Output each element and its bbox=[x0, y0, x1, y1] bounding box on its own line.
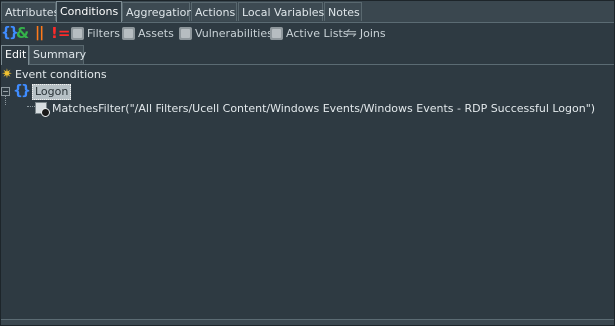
tree-root-event-conditions[interactable]: ✷ Event conditions bbox=[1, 66, 107, 83]
tree-node-matches-filter[interactable]: MatchesFilter("/All Filters/Ucell Conten… bbox=[35, 100, 595, 117]
tab-local-variables[interactable]: Local Variables bbox=[238, 2, 324, 21]
assets-label: Assets bbox=[138, 27, 174, 40]
tab-aggregation[interactable]: Aggregation bbox=[122, 2, 193, 21]
tree-connector-horizontal bbox=[27, 106, 35, 107]
and-operator-button[interactable]: & bbox=[16, 26, 29, 41]
and-icon: & bbox=[16, 24, 30, 42]
joins-button[interactable]: ⇋ Joins bbox=[346, 26, 386, 41]
main-tab-strip: Attributes Conditions Aggregation Action… bbox=[1, 1, 614, 23]
joins-icon: ⇋ bbox=[346, 26, 357, 41]
active-lists-label: Active Lists bbox=[286, 27, 349, 40]
active-lists-icon bbox=[270, 27, 283, 40]
group-label: Logon bbox=[31, 83, 72, 100]
star-icon: ✷ bbox=[1, 67, 13, 82]
tab-attributes[interactable]: Attributes bbox=[1, 2, 59, 21]
brace-icon: {} bbox=[1, 25, 19, 41]
or-operator-button[interactable]: || bbox=[35, 25, 44, 41]
conditions-editor-window: Attributes Conditions Aggregation Action… bbox=[0, 0, 615, 326]
not-icon: != bbox=[51, 24, 71, 42]
tab-actions[interactable]: Actions bbox=[191, 2, 237, 21]
vulnerabilities-button[interactable]: Vulnerabilities bbox=[179, 26, 273, 41]
filters-icon bbox=[71, 27, 84, 40]
tree-node-logon[interactable]: − {} Logon bbox=[1, 83, 72, 100]
condition-tree: ✷ Event conditions − {} Logon MatchesFil… bbox=[1, 65, 614, 320]
tab-conditions[interactable]: Conditions bbox=[56, 1, 122, 22]
joins-label: Joins bbox=[359, 27, 386, 40]
brace-icon: {} bbox=[13, 83, 31, 99]
bottom-scroll-area bbox=[1, 319, 614, 325]
collapse-toggle-icon[interactable]: − bbox=[1, 87, 10, 96]
conditions-toolbar: {} & || != Filters Assets Vulnerabilitie… bbox=[1, 23, 614, 43]
vulnerabilities-label: Vulnerabilities bbox=[195, 27, 273, 40]
filters-label: Filters bbox=[87, 27, 120, 40]
not-operator-button[interactable]: != bbox=[51, 26, 70, 41]
assets-icon bbox=[122, 27, 135, 40]
assets-button[interactable]: Assets bbox=[122, 26, 174, 41]
sub-tab-strip: Edit Summary bbox=[1, 45, 614, 65]
filter-icon bbox=[35, 101, 50, 117]
or-icon: || bbox=[35, 25, 44, 41]
tab-edit[interactable]: Edit bbox=[1, 45, 29, 65]
add-group-button[interactable]: {} bbox=[1, 25, 19, 41]
vulnerabilities-icon bbox=[179, 27, 192, 40]
filters-button[interactable]: Filters bbox=[71, 26, 120, 41]
condition-text: MatchesFilter("/All Filters/Ucell Conten… bbox=[52, 102, 596, 115]
active-lists-button[interactable]: Active Lists bbox=[270, 26, 348, 41]
tab-summary[interactable]: Summary bbox=[29, 45, 86, 64]
tab-notes[interactable]: Notes bbox=[324, 2, 362, 21]
root-label: Event conditions bbox=[15, 68, 107, 81]
